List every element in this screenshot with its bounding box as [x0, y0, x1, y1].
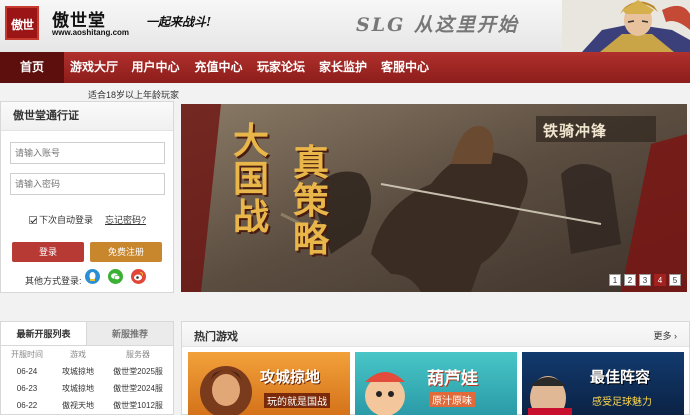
game-card-gongcheng[interactable]: 攻城掠地 玩的就是国战 — [188, 352, 350, 415]
banner-page-1[interactable]: 1 — [609, 274, 621, 286]
more-games-link[interactable]: 更多 › — [653, 329, 677, 342]
banner-headline-right: 真策略 — [293, 142, 330, 260]
server-game[interactable]: 攻城掠地 — [53, 363, 103, 380]
nav-item-recharge[interactable]: 充值中心 — [187, 52, 250, 83]
nav-item-home[interactable]: 首页 — [0, 52, 64, 83]
table-row[interactable]: 06-23 攻城掠地 傲世堂2024服 — [1, 380, 173, 397]
site-url: www.aoshitang.com — [52, 28, 130, 37]
auto-login-row[interactable]: 下次自动登录 — [29, 213, 93, 226]
game-card-best-lineup[interactable]: 最佳阵容 感受足球魅力 — [522, 352, 684, 415]
banner-headline-left: 大国战 — [233, 120, 270, 238]
game-card-title: 攻城掠地 — [260, 368, 321, 386]
password-input[interactable] — [10, 173, 165, 195]
hero-character-illustration — [562, 0, 690, 52]
account-input[interactable] — [10, 142, 165, 164]
server-name[interactable]: 傲世堂1012服 — [103, 397, 173, 414]
site-logo[interactable]: 傲世 — [5, 6, 39, 40]
server-game[interactable]: 傲视天地 — [53, 397, 103, 414]
auto-login-label: 下次自动登录 — [39, 215, 94, 225]
game-card-huluwa[interactable]: 葫芦娃 原汁原味 — [355, 352, 517, 415]
table-row[interactable]: 06-24 攻城掠地 傲世堂2025服 — [1, 363, 173, 380]
register-button[interactable]: 免费注册 — [90, 242, 162, 262]
login-button[interactable]: 登录 — [12, 242, 84, 262]
banner-game-logo: 铁骑冲锋 — [543, 122, 608, 140]
login-panel: 傲世堂通行证 下次自动登录 忘记密码? 登录 免费注册 其他方式登录: — [0, 101, 174, 293]
server-date: 06-23 — [16, 384, 38, 393]
promo-banner[interactable]: 大国战 真策略 铁骑冲锋 1 2 3 4 5 — [181, 104, 687, 292]
column-header: 服务器 — [126, 350, 150, 359]
server-name[interactable]: 傲世堂2025服 — [103, 363, 173, 380]
nav-item-customer-service[interactable]: 客服中心 — [374, 52, 436, 83]
auto-login-checkbox[interactable] — [29, 215, 37, 224]
qq-login-icon[interactable] — [85, 269, 100, 284]
forgot-password-link[interactable]: 忘记密码? — [105, 213, 146, 226]
login-title: 傲世堂通行证 — [1, 102, 173, 131]
hot-games-title: 热门游戏 — [194, 331, 238, 343]
table-row[interactable]: 06-22 傲视天地 傲世堂1012服 — [1, 397, 173, 414]
more-label: 更多 — [653, 331, 672, 341]
column-header: 游戏 — [70, 350, 86, 359]
banner-pager: 1 2 3 4 5 — [609, 274, 681, 286]
nav-item-parental-control[interactable]: 家长监护 — [312, 52, 374, 83]
server-date: 06-24 — [16, 367, 38, 376]
game-card-tagline: 玩的就是国战 — [264, 393, 330, 408]
banner-page-2[interactable]: 2 — [624, 274, 636, 286]
main-nav: 首页 游戏大厅 用户中心 充值中心 玩家论坛 家长监护 客服中心 — [0, 52, 690, 83]
hot-games-header — [182, 322, 689, 347]
header-banner-text: SLG 从这里开始 — [356, 14, 519, 36]
banner-page-4[interactable]: 4 — [654, 274, 666, 286]
game-card-tagline: 感受足球魅力 — [592, 397, 652, 408]
server-name[interactable]: 傲世堂2024服 — [103, 380, 173, 397]
server-list-panel: 最新开服列表 新服推荐 开服时间 游戏 服务器 06-24 攻城掠地 傲世堂20… — [0, 321, 174, 415]
site-header: 傲世 傲世堂 www.aoshitang.com 一起来战斗! SLG 从这里开… — [0, 0, 690, 52]
game-card-tagline: 原汁原味 — [429, 392, 475, 407]
chevron-right-icon: › — [671, 331, 677, 341]
server-tabs: 最新开服列表 新服推荐 — [1, 322, 173, 346]
age-notice: 适合18岁以上年龄玩家 — [88, 90, 180, 100]
server-date: 06-22 — [16, 401, 38, 410]
nav-item-forum[interactable]: 玩家论坛 — [250, 52, 312, 83]
game-card-title: 最佳阵容 — [590, 368, 651, 386]
weibo-login-icon[interactable] — [131, 269, 146, 284]
tab-recommended-servers[interactable]: 新服推荐 — [87, 322, 173, 345]
game-card-title: 葫芦娃 — [427, 369, 478, 389]
banner-page-5[interactable]: 5 — [669, 274, 681, 286]
banner-page-3[interactable]: 3 — [639, 274, 651, 286]
tab-latest-servers[interactable]: 最新开服列表 — [1, 322, 87, 345]
wechat-login-icon[interactable] — [108, 269, 123, 284]
server-table-header: 开服时间 游戏 服务器 — [1, 346, 173, 363]
nav-item-game-hall[interactable]: 游戏大厅 — [64, 52, 124, 83]
hot-games-panel: 热门游戏 更多 › 攻城掠地 玩的就是国战 葫芦娃 原汁原味 最佳阵容 感受足球… — [181, 321, 690, 415]
slogan: 一起来战斗! — [146, 15, 212, 29]
server-game[interactable]: 攻城掠地 — [53, 380, 103, 397]
other-login-label: 其他方式登录: — [25, 276, 82, 286]
column-header: 开服时间 — [11, 350, 43, 359]
nav-item-user-center[interactable]: 用户中心 — [124, 52, 187, 83]
